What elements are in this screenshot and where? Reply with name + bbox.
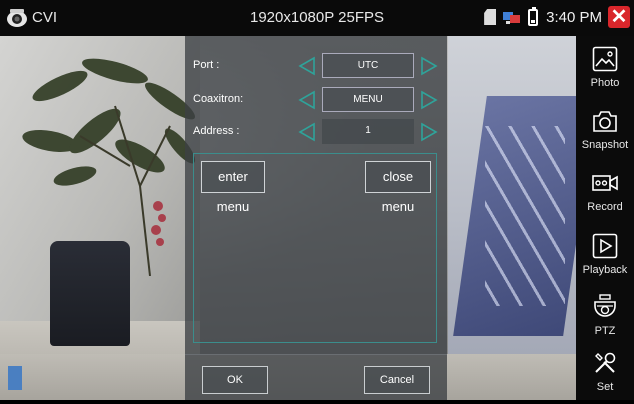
- coaxitron-dialog: Port : UTC Coaxitron: MENU Address : 1 e…: [185, 36, 447, 400]
- toolbar-item-photo[interactable]: Photo: [576, 38, 634, 100]
- cancel-button[interactable]: Cancel: [364, 366, 430, 394]
- address-value[interactable]: 1: [322, 119, 414, 144]
- port-row: Port : UTC: [185, 51, 447, 81]
- close-menu-button[interactable]: close menu: [365, 161, 431, 214]
- coaxitron-next-button[interactable]: [420, 90, 438, 110]
- coaxitron-row: Coaxitron: MENU: [185, 85, 447, 115]
- wall-socket: [8, 366, 22, 390]
- address-prev-button[interactable]: [298, 122, 316, 142]
- toolbar-label-set: Set: [596, 381, 614, 393]
- toolbar-label-record: Record: [587, 201, 623, 213]
- toolbar: Photo Snapshot Record Playback PTZ Set: [576, 36, 634, 400]
- toolbar-item-ptz[interactable]: PTZ: [576, 286, 634, 348]
- coaxitron-label: Coaxitron:: [193, 93, 244, 105]
- triangle-left-icon: [298, 90, 315, 110]
- camera-icon: [592, 108, 618, 134]
- divider: [185, 354, 447, 355]
- clock: 3:40 PM: [546, 8, 602, 26]
- ok-button[interactable]: OK: [202, 366, 268, 394]
- network-icon: [502, 9, 522, 25]
- triangle-right-icon: [421, 122, 438, 142]
- toolbar-item-playback[interactable]: Playback: [576, 225, 634, 287]
- toolbar-label-photo: Photo: [590, 77, 620, 89]
- coaxitron-prev-button[interactable]: [298, 90, 316, 110]
- address-row: Address : 1: [185, 117, 447, 147]
- ptz-camera-icon: [592, 294, 618, 320]
- play-icon: [592, 233, 618, 259]
- port-label: Port :: [193, 59, 220, 71]
- enter-menu-button[interactable]: enter menu: [201, 161, 265, 214]
- toolbar-item-snapshot[interactable]: Snapshot: [576, 100, 634, 162]
- coaxitron-value[interactable]: MENU: [322, 87, 414, 112]
- port-prev-button[interactable]: [298, 56, 316, 76]
- toolbar-label-ptz: PTZ: [594, 325, 616, 337]
- status-icons: 3:40 PM ✕: [484, 6, 630, 28]
- toolbar-item-set[interactable]: Set: [576, 342, 634, 404]
- sd-card-icon: [484, 9, 497, 25]
- record-icon: [592, 170, 618, 196]
- status-bar: CVI 1920x1080P 25FPS 3:40 PM ✕: [0, 0, 634, 36]
- triangle-right-icon: [421, 90, 438, 110]
- port-next-button[interactable]: [420, 56, 438, 76]
- settings-tools-icon: [592, 350, 618, 376]
- file-holder-slots: [485, 126, 565, 306]
- triangle-left-icon: [298, 122, 315, 142]
- office-chair: [50, 241, 130, 346]
- photo-icon: [592, 46, 618, 72]
- triangle-left-icon: [298, 56, 315, 76]
- toolbar-label-playback: Playback: [582, 264, 628, 276]
- address-label: Address :: [193, 125, 240, 137]
- toolbar-label-snapshot: Snapshot: [581, 139, 629, 151]
- address-next-button[interactable]: [420, 122, 438, 142]
- close-button[interactable]: ✕: [608, 6, 630, 28]
- menu-panel: enter menu close menu: [193, 153, 437, 343]
- toolbar-item-record[interactable]: Record: [576, 162, 634, 224]
- port-value[interactable]: UTC: [322, 53, 414, 78]
- triangle-right-icon: [421, 56, 438, 76]
- battery-icon: [528, 6, 539, 26]
